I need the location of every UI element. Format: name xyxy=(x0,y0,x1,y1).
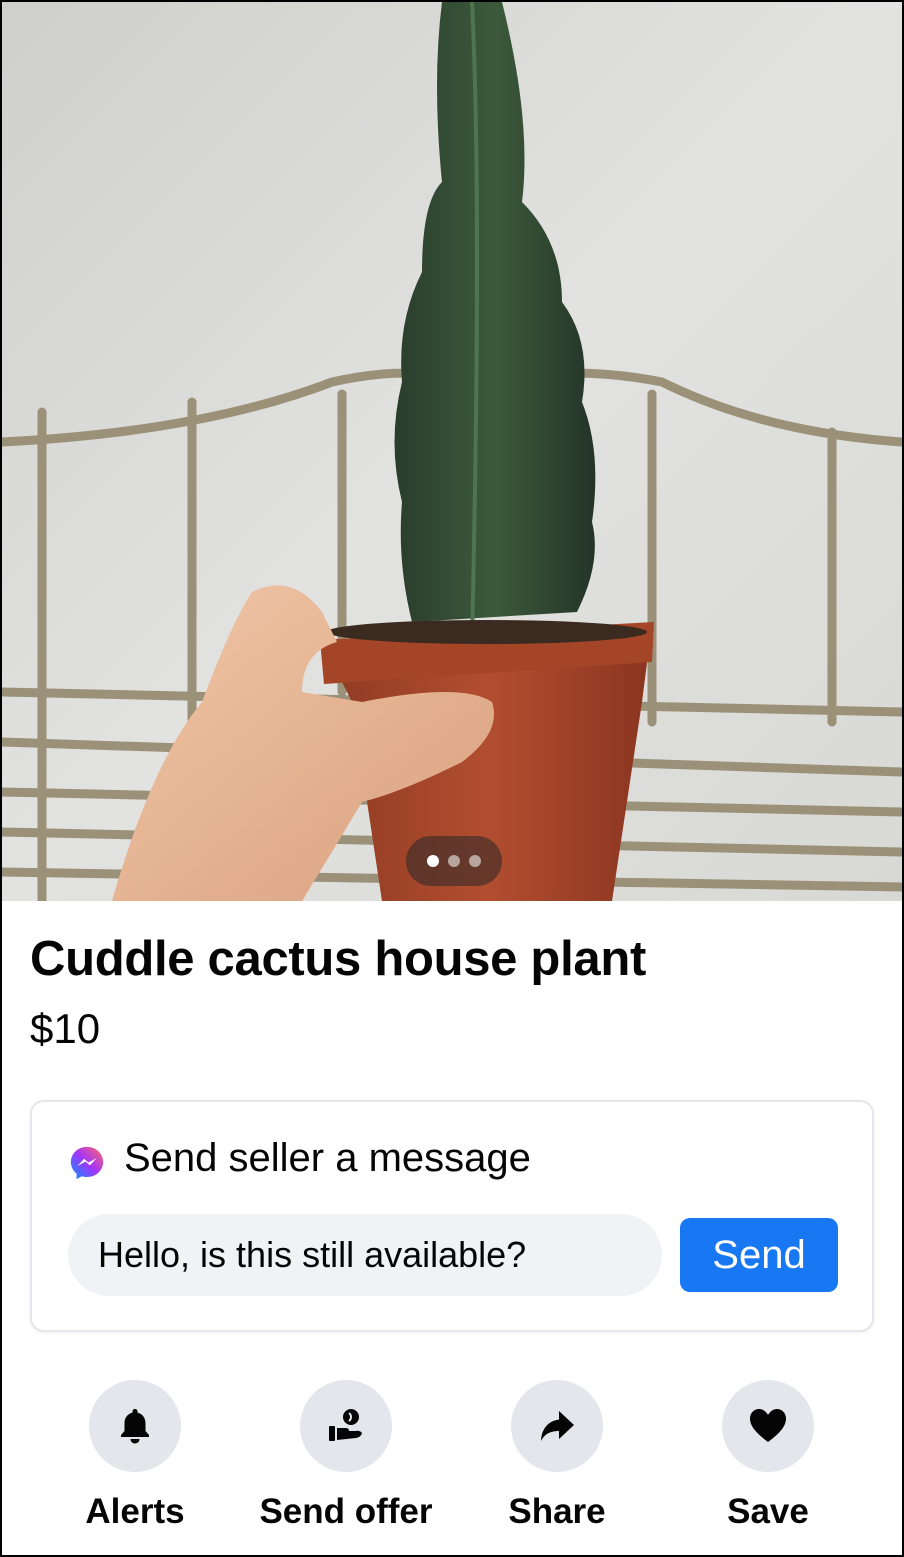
send-offer-icon-circle[interactable] xyxy=(300,1380,392,1472)
message-seller-card: Send seller a message Hello, is this sti… xyxy=(30,1100,874,1332)
send-offer-button[interactable]: Send offer xyxy=(246,1380,446,1532)
save-icon-circle[interactable] xyxy=(722,1380,814,1472)
pager-dot[interactable] xyxy=(469,855,481,867)
alerts-label: Alerts xyxy=(85,1492,185,1531)
share-button[interactable]: Share xyxy=(457,1380,657,1532)
listing-title: Cuddle cactus house plant xyxy=(30,932,646,986)
alerts-icon-circle[interactable] xyxy=(89,1380,181,1472)
share-arrow-icon xyxy=(541,1411,574,1441)
cactus-photo-illustration xyxy=(2,2,902,901)
send-offer-label: Send offer xyxy=(259,1492,433,1531)
listing-photo[interactable] xyxy=(2,2,902,901)
heart-icon xyxy=(750,1409,786,1442)
pager-dot[interactable] xyxy=(427,855,439,867)
messenger-icon xyxy=(70,1146,104,1180)
action-row: Alerts Send offer Share Save xyxy=(0,1380,904,1540)
listing-price: $10 xyxy=(30,1005,101,1052)
share-label: Share xyxy=(508,1492,606,1531)
bell-icon xyxy=(121,1409,149,1444)
message-input[interactable]: Hello, is this still available? xyxy=(68,1214,662,1296)
share-icon-circle[interactable] xyxy=(511,1380,603,1472)
offer-icon xyxy=(329,1409,362,1441)
save-label: Save xyxy=(727,1492,809,1531)
pager-dot[interactable] xyxy=(448,855,460,867)
message-card-header: Send seller a message xyxy=(68,1134,531,1182)
photo-pager[interactable] xyxy=(406,836,502,886)
message-card-heading: Send seller a message xyxy=(124,1136,531,1180)
send-button[interactable]: Send xyxy=(680,1218,838,1292)
alerts-button[interactable]: Alerts xyxy=(35,1380,235,1532)
save-button[interactable]: Save xyxy=(668,1380,868,1532)
